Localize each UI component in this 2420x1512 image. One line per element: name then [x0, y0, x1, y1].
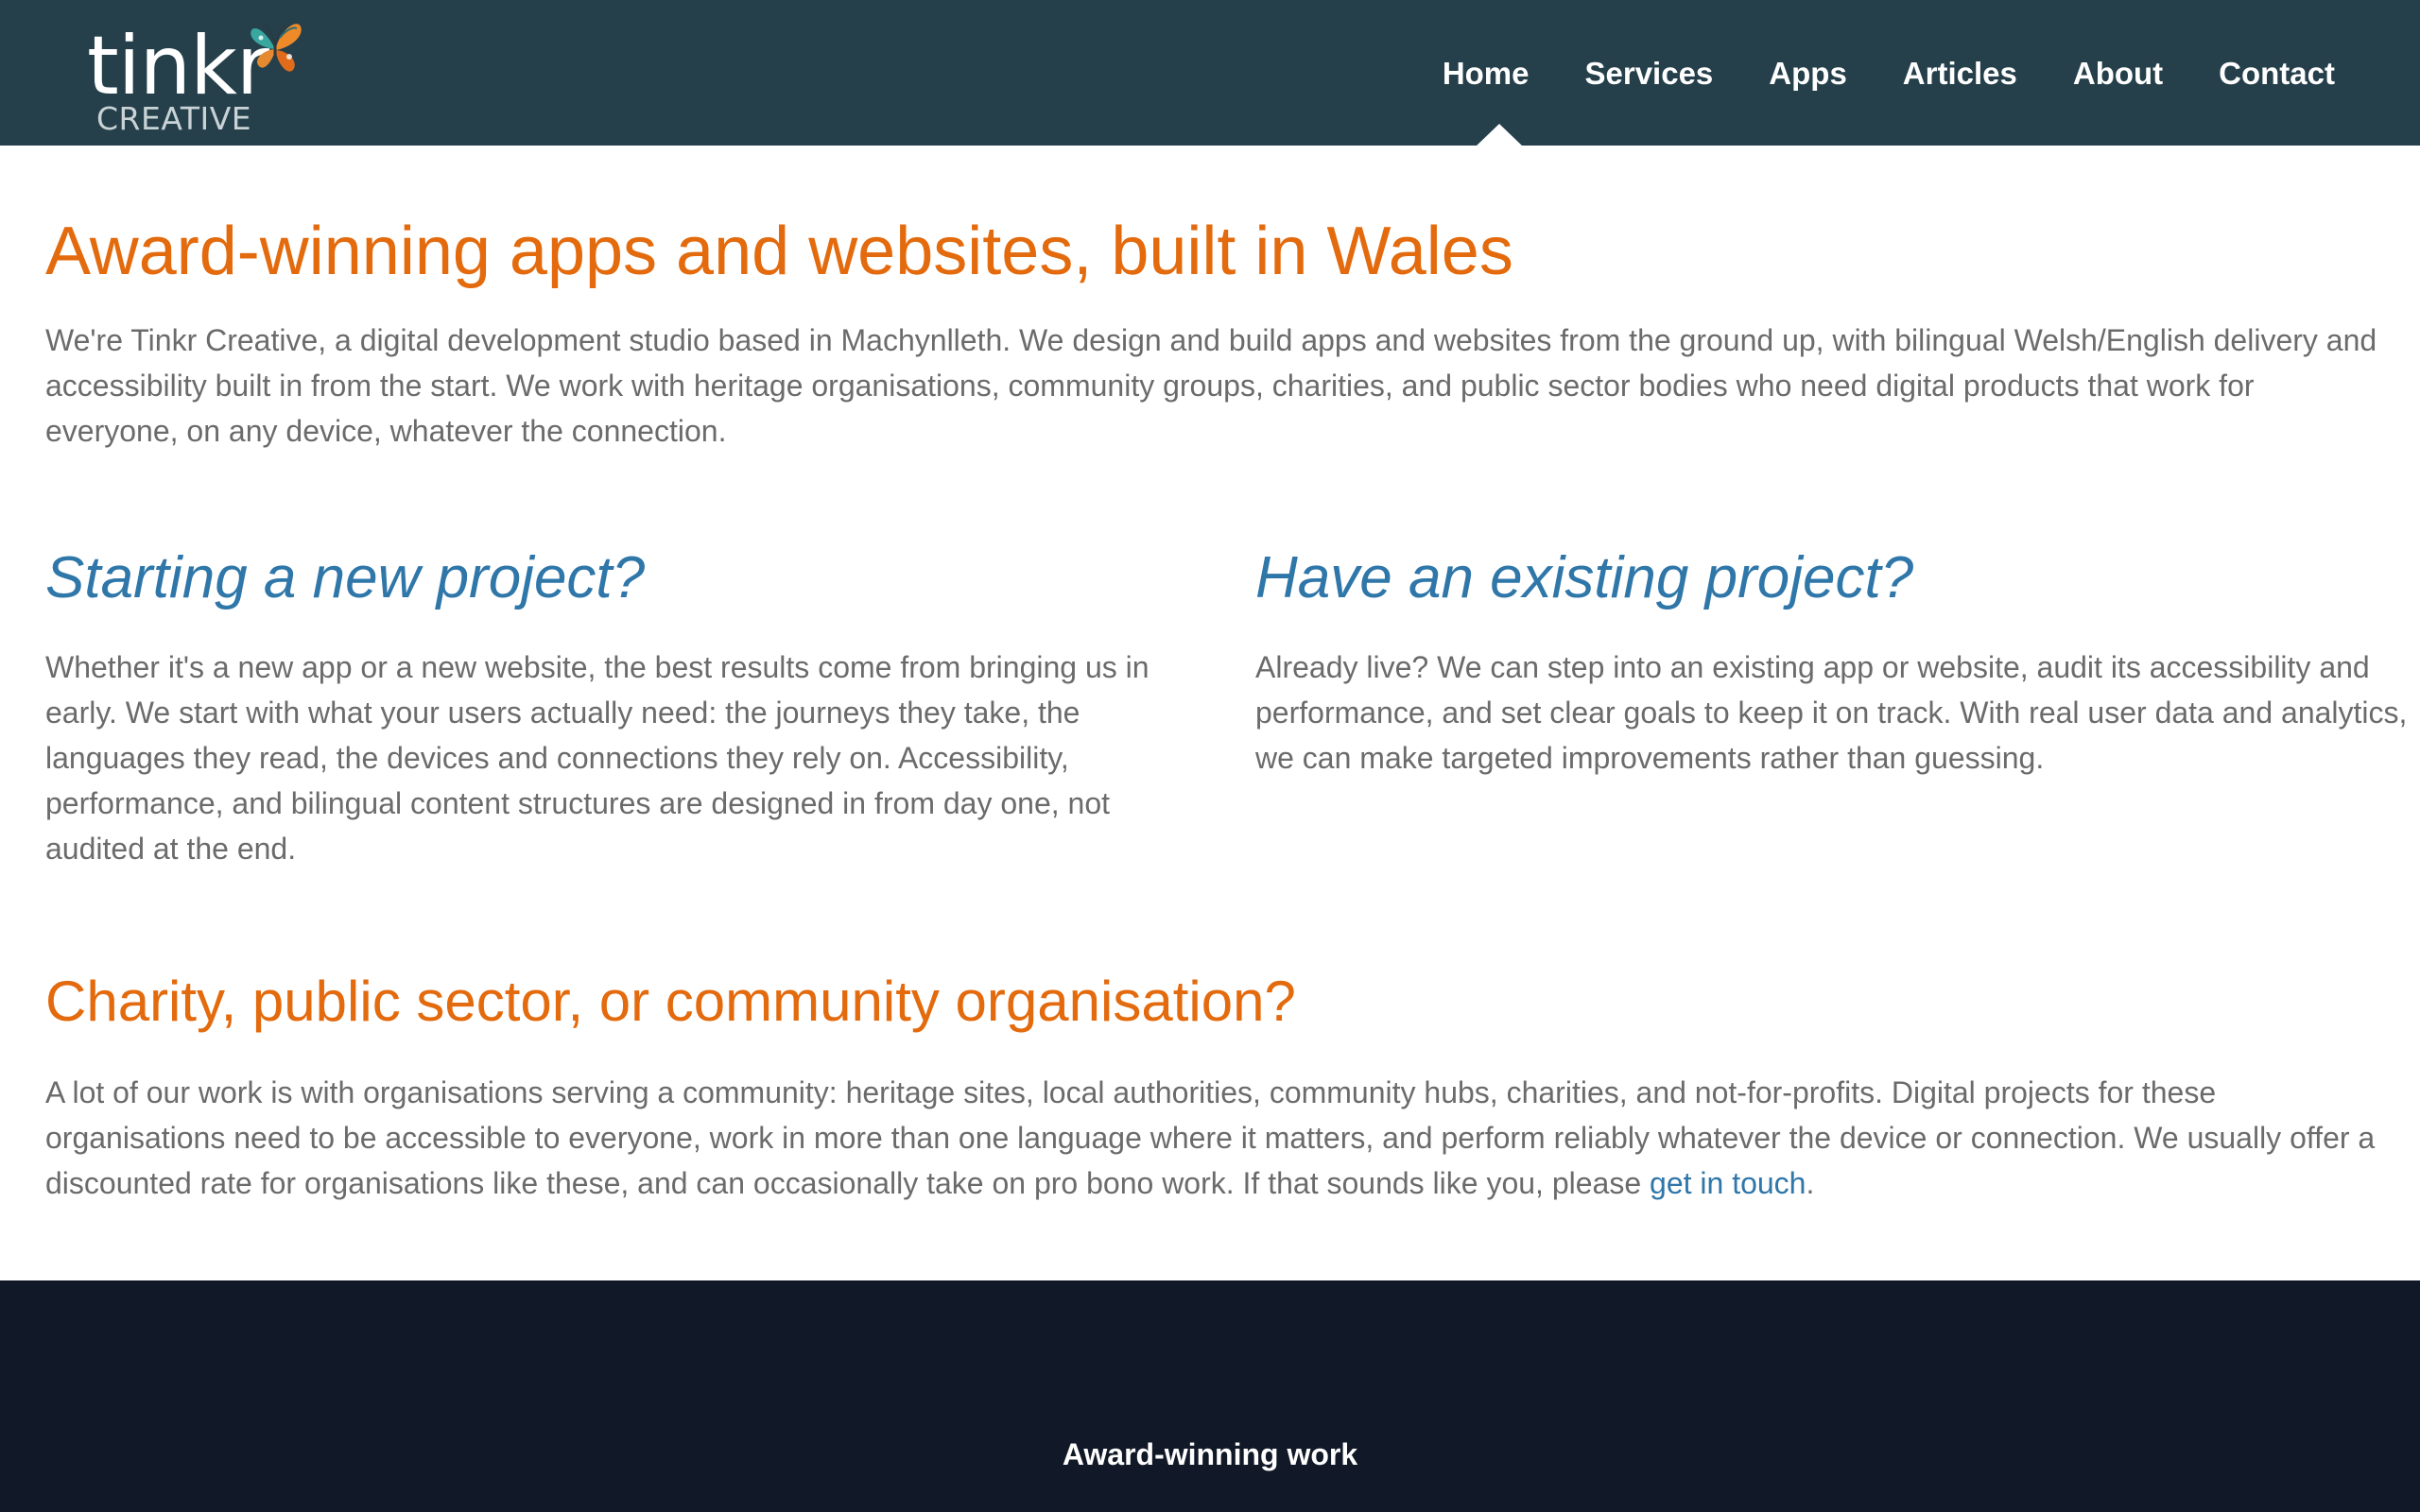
new-project-section: Starting a new project? Whether it's a n… [45, 542, 1161, 871]
active-nav-indicator [1476, 124, 1523, 146]
charity-text-end: . [1806, 1166, 1815, 1200]
site-logo[interactable]: tinkr CREATIVE [87, 19, 314, 137]
main-nav: Home Services Apps Articles About Contac… [1387, 55, 2335, 93]
site-footer: Award-winning work [0, 1280, 2420, 1512]
nav-home[interactable]: Home [1443, 55, 1530, 93]
charity-text: A lot of our work is with organisations … [45, 1075, 2376, 1200]
existing-project-heading: Have an existing project? [1255, 545, 1914, 610]
nav-services[interactable]: Services [1585, 55, 1714, 93]
new-project-heading: Starting a new project? [45, 545, 646, 610]
intro-paragraph: We're Tinkr Creative, a digital developm… [45, 323, 2377, 448]
butterfly-icon [251, 24, 302, 72]
nav-articles[interactable]: Articles [1903, 55, 2017, 93]
page-title: Award-winning apps and websites, built i… [45, 214, 1513, 289]
nav-apps[interactable]: Apps [1769, 55, 1847, 93]
existing-project-text: Already live? We can step into an existi… [1255, 650, 2408, 775]
logo-subtitle: CREATIVE [96, 100, 252, 137]
nav-contact[interactable]: Contact [2219, 55, 2335, 93]
charity-heading: Charity, public sector, or community org… [45, 970, 1296, 1033]
site-header: tinkr CREATIVE Home Services Apps Articl… [0, 0, 2420, 146]
logo-wordmark: tinkr [87, 19, 269, 113]
nav-about[interactable]: About [2073, 55, 2163, 93]
new-project-text: Whether it's a new app or a new website,… [45, 650, 1150, 866]
existing-project-section: Have an existing project? Already live? … [1255, 542, 2409, 781]
get-in-touch-link[interactable]: get in touch [1650, 1166, 1806, 1200]
charity-paragraph: A lot of our work is with organisations … [45, 1070, 2390, 1206]
footer-heading: Award-winning work [1062, 1437, 1358, 1471]
